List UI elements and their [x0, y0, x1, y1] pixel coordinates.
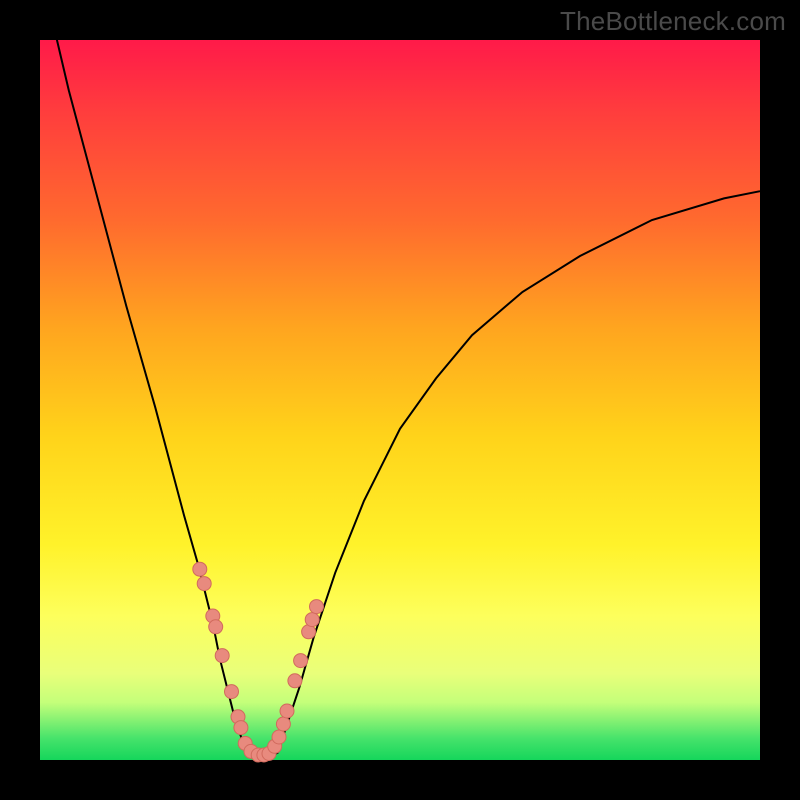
marker-dot	[234, 721, 248, 735]
marker-dot	[288, 674, 302, 688]
chart-svg	[40, 40, 760, 760]
outer-frame: TheBottleneck.com	[0, 0, 800, 800]
marker-dot	[294, 654, 308, 668]
marker-dot	[280, 704, 294, 718]
marker-dot	[225, 685, 239, 699]
marker-dot	[215, 649, 229, 663]
marker-dot	[193, 562, 207, 576]
marker-dot	[272, 730, 286, 744]
marker-dot	[310, 600, 324, 614]
marker-dot	[305, 613, 319, 627]
marker-dot	[197, 577, 211, 591]
marker-group	[193, 562, 324, 762]
watermark-text: TheBottleneck.com	[560, 6, 786, 37]
plot-area	[40, 40, 760, 760]
bottleneck-curve	[40, 0, 760, 757]
marker-dot	[209, 620, 223, 634]
marker-dot	[276, 717, 290, 731]
